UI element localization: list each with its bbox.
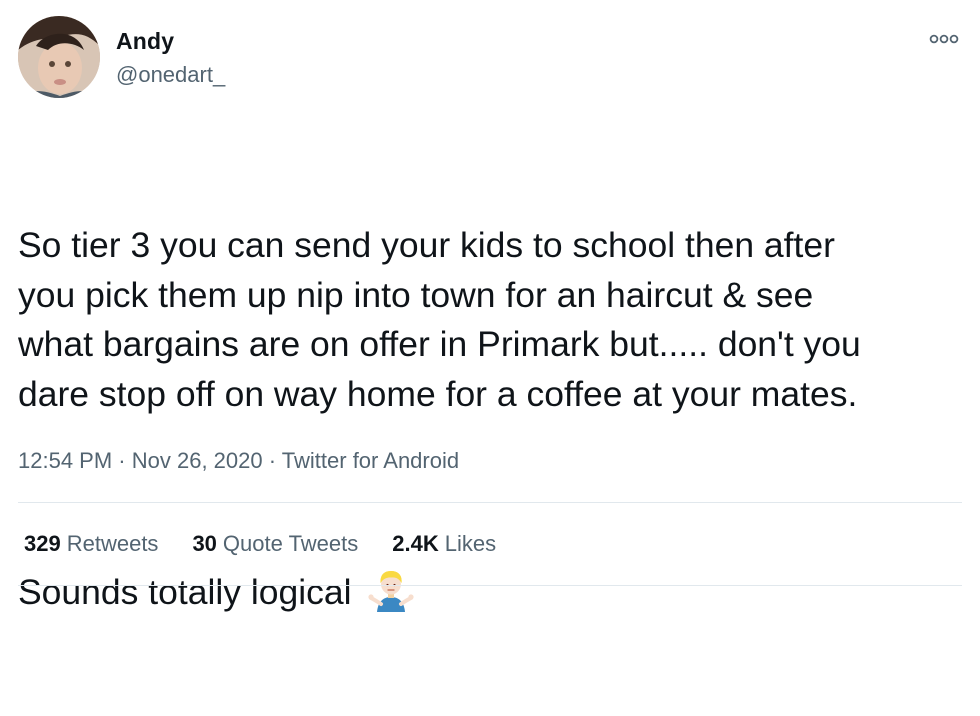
tweet-source[interactable]: Twitter for Android [282,448,459,473]
tweet-paragraph-2: Sounds totally logical [18,568,968,618]
meta-separator: · [118,448,126,473]
retweets-count: 329 [24,531,61,556]
more-options-icon[interactable] [928,32,960,46]
quote-tweets-label: Quote Tweets [222,531,359,556]
tweet-time[interactable]: 12:54 PM [18,448,112,473]
tweet-text: So tier 3 you can send your kids to scho… [18,122,968,716]
avatar-photo-icon [18,16,100,98]
avatar[interactable] [18,16,100,98]
tweet-card: Andy @onedart_ So tier 3 you can send yo… [0,0,980,612]
tweet-paragraph-1: So tier 3 you can send your kids to scho… [18,225,861,414]
divider [18,502,962,503]
quote-tweets-count: 30 [192,531,217,556]
divider [18,585,962,586]
author-display-name[interactable]: Andy [116,28,174,55]
author-handle[interactable]: @onedart_ [116,62,225,88]
quote-tweets-stat[interactable]: 30 Quote Tweets [192,531,358,557]
likes-label: Likes [444,531,497,556]
likes-stat[interactable]: 2.4K Likes [392,531,496,557]
tweet-meta: 12:54 PM · Nov 26, 2020 · Twitter for An… [18,448,459,474]
retweets-stat[interactable]: 329 Retweets [24,531,158,557]
tweet-paragraph-2-text: Sounds totally logical [18,571,352,612]
likes-count: 2.4K [392,531,439,556]
retweets-label: Retweets [66,531,159,556]
man-shrugging-icon [367,568,414,614]
tweet-date[interactable]: Nov 26, 2020 [132,448,263,473]
tweet-stats: 329 Retweets 30 Quote Tweets 2.4K Likes [24,531,496,557]
meta-separator: · [268,448,277,473]
